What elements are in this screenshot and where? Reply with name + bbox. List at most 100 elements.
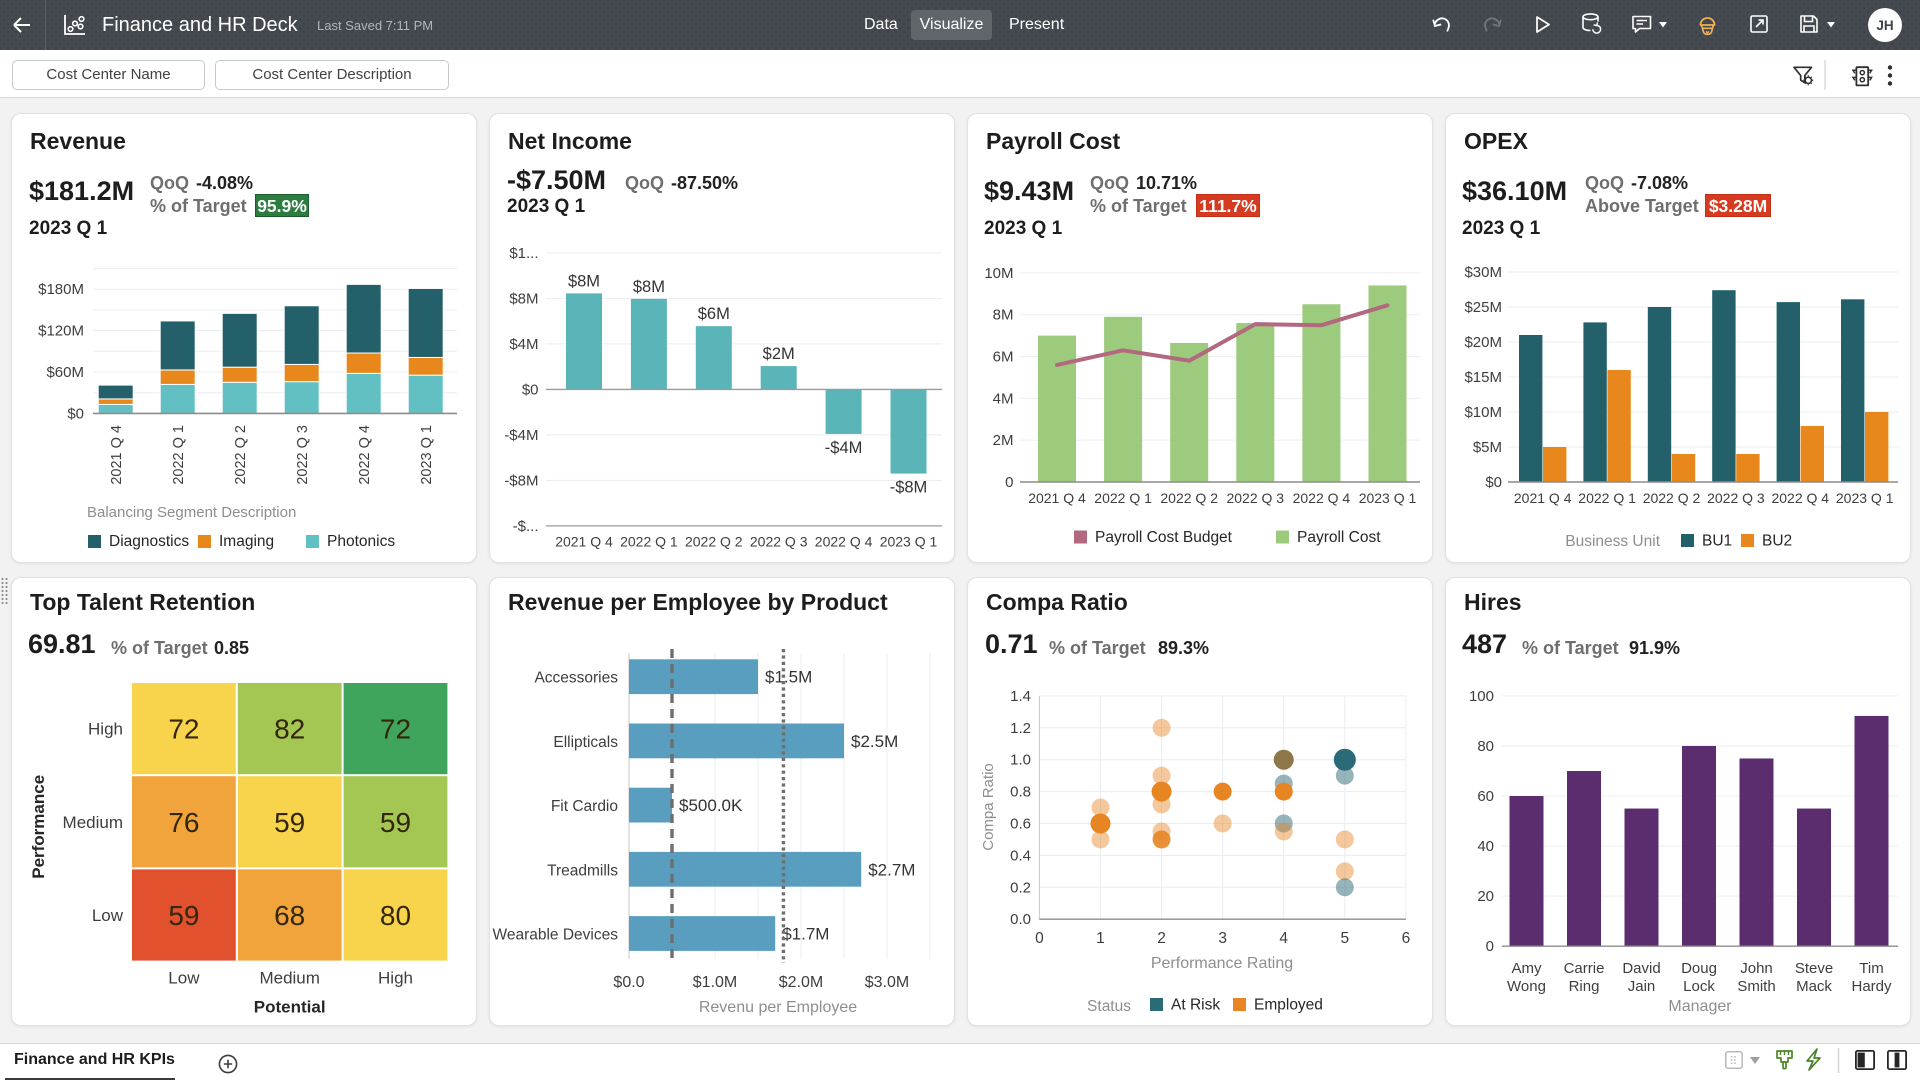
svg-text:Revenu per Employee: Revenu per Employee [699, 999, 857, 1016]
svg-text:$0: $0 [522, 381, 539, 398]
svg-text:Ellipticals: Ellipticals [553, 734, 618, 751]
svg-text:$8M: $8M [568, 272, 600, 290]
svg-text:20: 20 [1477, 888, 1494, 905]
svg-text:Treadmills: Treadmills [547, 862, 618, 879]
svg-text:2023 Q 1: 2023 Q 1 [419, 425, 435, 485]
svg-text:100: 100 [1469, 688, 1494, 705]
svg-text:Hardy: Hardy [1851, 978, 1892, 995]
svg-text:Business Unit: Business Unit [1565, 533, 1660, 550]
svg-text:2022 Q 1: 2022 Q 1 [1578, 490, 1636, 506]
svg-text:$1...: $1... [509, 245, 538, 262]
svg-text:$180M: $180M [38, 281, 84, 298]
svg-text:2M: 2M [993, 432, 1014, 449]
svg-text:-$...: -$... [513, 518, 539, 535]
svg-text:Payroll Cost: Payroll Cost [1297, 529, 1381, 546]
svg-text:Potential: Potential [254, 998, 326, 1017]
svg-text:59: 59 [380, 807, 411, 838]
svg-text:BU1: BU1 [1702, 533, 1732, 550]
svg-text:Wong: Wong [1507, 978, 1546, 995]
svg-text:Compa Ratio: Compa Ratio [980, 763, 997, 851]
svg-text:$20M: $20M [1464, 334, 1502, 351]
svg-text:2022 Q 1: 2022 Q 1 [171, 425, 187, 485]
svg-text:$120M: $120M [38, 323, 84, 340]
svg-text:$2.0M: $2.0M [779, 974, 823, 991]
svg-text:-$8M: -$8M [504, 472, 538, 489]
svg-text:1.2: 1.2 [1010, 720, 1031, 737]
svg-text:Performance Rating: Performance Rating [1151, 955, 1293, 972]
svg-text:John: John [1740, 960, 1773, 977]
svg-text:0.8: 0.8 [1010, 784, 1031, 801]
svg-text:2022 Q 4: 2022 Q 4 [1293, 490, 1351, 506]
svg-text:0: 0 [1005, 474, 1013, 491]
svg-text:2021 Q 4: 2021 Q 4 [1514, 490, 1572, 506]
svg-text:2021 Q 4: 2021 Q 4 [109, 425, 125, 485]
svg-text:Fit Cardio: Fit Cardio [551, 798, 618, 815]
svg-text:5: 5 [1341, 930, 1350, 947]
svg-text:$0: $0 [67, 405, 84, 422]
svg-text:Imaging: Imaging [219, 533, 274, 550]
svg-text:59: 59 [168, 900, 199, 931]
svg-text:$3.0M: $3.0M [865, 974, 909, 991]
svg-text:3: 3 [1218, 930, 1227, 947]
svg-text:$1.5M: $1.5M [765, 668, 812, 687]
svg-text:At Risk: At Risk [1171, 997, 1220, 1014]
svg-text:Amy: Amy [1512, 960, 1543, 977]
svg-text:Balancing Segment Description: Balancing Segment Description [87, 504, 296, 521]
svg-text:76: 76 [168, 807, 199, 838]
svg-text:$8M: $8M [633, 278, 665, 296]
svg-text:0: 0 [1486, 938, 1494, 955]
svg-text:$30M: $30M [1464, 264, 1502, 281]
svg-text:4: 4 [1279, 930, 1288, 947]
svg-text:$15M: $15M [1464, 369, 1502, 386]
svg-text:2023 Q 1: 2023 Q 1 [1836, 490, 1894, 506]
svg-text:JH: JH [1876, 18, 1893, 33]
svg-text:Wearable Devices: Wearable Devices [493, 927, 619, 944]
svg-text:-$8M: -$8M [890, 479, 928, 497]
svg-text:2: 2 [1157, 930, 1166, 947]
svg-text:$2.5M: $2.5M [851, 732, 898, 751]
svg-text:$0: $0 [1485, 474, 1502, 491]
svg-text:Mack: Mack [1796, 978, 1832, 995]
svg-text:2022 Q 4: 2022 Q 4 [357, 425, 373, 485]
svg-text:10M: 10M [984, 265, 1013, 282]
svg-text:2021 Q 4: 2021 Q 4 [555, 533, 613, 549]
svg-text:Ring: Ring [1569, 978, 1600, 995]
svg-text:Steve: Steve [1795, 960, 1833, 977]
svg-text:2022 Q 3: 2022 Q 3 [750, 533, 808, 549]
svg-text:6: 6 [1402, 930, 1411, 947]
svg-text:8M: 8M [993, 307, 1014, 324]
svg-text:2022 Q 3: 2022 Q 3 [1707, 490, 1765, 506]
svg-text:$4M: $4M [509, 336, 538, 353]
svg-text:2022 Q 2: 2022 Q 2 [685, 533, 743, 549]
svg-text:Jain: Jain [1628, 978, 1656, 995]
svg-text:Payroll Cost Budget: Payroll Cost Budget [1095, 529, 1233, 546]
svg-text:$6M: $6M [698, 305, 730, 323]
svg-text:59: 59 [274, 807, 305, 838]
svg-text:2022 Q 1: 2022 Q 1 [620, 533, 678, 549]
svg-text:82: 82 [274, 714, 305, 745]
svg-text:$8M: $8M [509, 290, 538, 307]
svg-text:Status: Status [1087, 998, 1131, 1015]
svg-text:High: High [88, 720, 123, 739]
svg-text:-$4M: -$4M [825, 439, 863, 457]
svg-text:$10M: $10M [1464, 404, 1502, 421]
svg-text:Low: Low [168, 969, 200, 988]
svg-text:2023 Q 1: 2023 Q 1 [880, 533, 938, 549]
svg-text:Diagnostics: Diagnostics [109, 533, 189, 550]
svg-text:$0.0: $0.0 [613, 974, 644, 991]
svg-text:Carrie: Carrie [1564, 960, 1605, 977]
svg-text:2022 Q 4: 2022 Q 4 [815, 533, 873, 549]
svg-text:Smith: Smith [1737, 978, 1775, 995]
svg-text:2022 Q 2: 2022 Q 2 [233, 425, 249, 485]
svg-text:$5M: $5M [1473, 439, 1502, 456]
svg-text:0.2: 0.2 [1010, 879, 1031, 896]
svg-text:Photonics: Photonics [327, 533, 395, 550]
svg-text:0.4: 0.4 [1010, 847, 1031, 864]
svg-text:2022 Q 2: 2022 Q 2 [1160, 490, 1218, 506]
svg-text:1: 1 [1096, 930, 1105, 947]
svg-text:Lock: Lock [1683, 978, 1715, 995]
svg-text:0: 0 [1035, 930, 1044, 947]
svg-text:40: 40 [1477, 838, 1494, 855]
svg-text:Doug: Doug [1681, 960, 1717, 977]
svg-text:2023 Q 1: 2023 Q 1 [1359, 490, 1417, 506]
